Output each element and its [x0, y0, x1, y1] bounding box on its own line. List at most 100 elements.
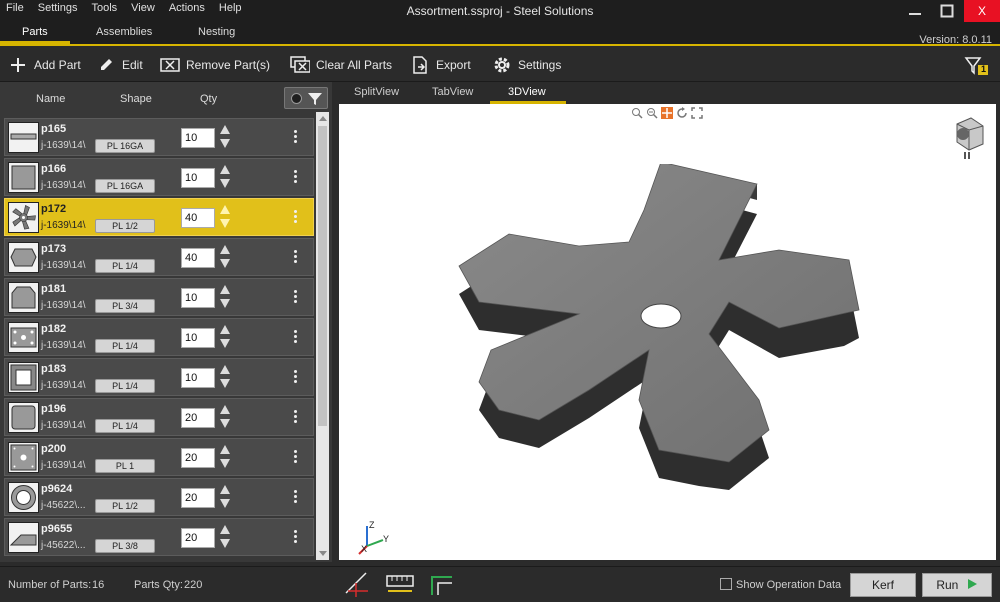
fit-view-icon[interactable] [691, 107, 703, 119]
arrow-up-icon[interactable] [220, 325, 230, 334]
tab-tabview[interactable]: TabView [432, 86, 473, 98]
more-options-icon[interactable] [292, 248, 298, 268]
arrow-up-icon[interactable] [220, 525, 230, 534]
arrow-up-icon[interactable] [220, 125, 230, 134]
arrow-down-icon[interactable] [220, 139, 230, 148]
part-shape[interactable]: PL 1/4 [95, 419, 155, 433]
qty-stepper[interactable] [220, 403, 232, 433]
more-options-icon[interactable] [292, 528, 298, 548]
arrow-down-icon[interactable] [220, 179, 230, 188]
corner-offset-icon[interactable] [428, 571, 456, 597]
ruler-icon[interactable] [386, 571, 414, 597]
arrow-up-icon[interactable] [220, 405, 230, 414]
filter-toggle-button[interactable]: 1 [964, 56, 990, 76]
column-name[interactable]: Name [36, 93, 65, 105]
arrow-up-icon[interactable] [220, 245, 230, 254]
arrow-up-icon[interactable] [220, 285, 230, 294]
part-row-selected[interactable]: p172 j-1639\14\ PL 1/2 [4, 198, 314, 236]
part-row[interactable]: p9655 j-45622\... PL 3/8 [4, 518, 314, 556]
menu-actions[interactable]: Actions [169, 2, 205, 14]
tab-nesting[interactable]: Nesting [198, 26, 235, 38]
minimize-button[interactable] [898, 0, 932, 22]
qty-stepper[interactable] [220, 123, 232, 153]
arrow-down-icon[interactable] [220, 219, 230, 228]
arrow-down-icon[interactable] [220, 259, 230, 268]
more-options-icon[interactable] [292, 328, 298, 348]
rotate-icon[interactable] [676, 107, 688, 119]
export-button[interactable]: Export [410, 56, 471, 74]
qty-input[interactable] [181, 328, 215, 348]
part-row[interactable]: p182 j-1639\14\ PL 1/4 [4, 318, 314, 356]
arrow-down-icon[interactable] [220, 419, 230, 428]
qty-stepper[interactable] [220, 443, 232, 473]
part-shape[interactable]: PL 16GA [95, 139, 155, 153]
3d-viewport[interactable]: Z Y X [339, 104, 996, 560]
menu-tools[interactable]: Tools [91, 2, 117, 14]
qty-input[interactable] [181, 528, 215, 548]
show-operation-data-checkbox[interactable] [720, 578, 732, 590]
qty-input[interactable] [181, 408, 215, 428]
part-row[interactable]: p165 j-1639\14\ PL 16GA [4, 118, 314, 156]
run-button[interactable]: Run [922, 573, 992, 597]
part-shape[interactable]: PL 1/4 [95, 379, 155, 393]
part-shape[interactable]: PL 1/4 [95, 339, 155, 353]
more-options-icon[interactable] [292, 168, 298, 188]
more-options-icon[interactable] [292, 448, 298, 468]
arrow-up-icon[interactable] [220, 165, 230, 174]
menu-help[interactable]: Help [219, 2, 242, 14]
column-qty[interactable]: Qty [200, 93, 217, 105]
measure-icon[interactable] [342, 571, 370, 597]
arrow-up-icon[interactable] [220, 205, 230, 214]
settings-button[interactable]: Settings [492, 56, 561, 74]
part-shape[interactable]: PL 1/4 [95, 259, 155, 273]
part-3d-model[interactable] [439, 164, 899, 504]
arrow-up-icon[interactable] [220, 445, 230, 454]
maximize-button[interactable] [930, 0, 964, 22]
qty-input[interactable] [181, 168, 215, 188]
arrow-up-icon[interactable] [220, 365, 230, 374]
qty-input[interactable] [181, 288, 215, 308]
arrow-down-icon[interactable] [220, 499, 230, 508]
part-shape[interactable]: PL 1/2 [95, 499, 155, 513]
more-options-icon[interactable] [292, 408, 298, 428]
zoom-icon[interactable] [646, 107, 658, 119]
qty-input[interactable] [181, 248, 215, 268]
qty-stepper[interactable] [220, 363, 232, 393]
scroll-up-icon[interactable] [319, 116, 327, 121]
scroll-thumb[interactable] [318, 126, 327, 426]
part-row[interactable]: p196 j-1639\14\ PL 1/4 [4, 398, 314, 436]
arrow-down-icon[interactable] [220, 459, 230, 468]
close-button[interactable]: X [964, 0, 1000, 22]
more-options-icon[interactable] [292, 128, 298, 148]
qty-input[interactable] [181, 488, 215, 508]
qty-stepper[interactable] [220, 163, 232, 193]
more-options-icon[interactable] [292, 368, 298, 388]
zoom-window-icon[interactable] [631, 107, 643, 119]
kerf-button[interactable]: Kerf [850, 573, 916, 597]
qty-stepper[interactable] [220, 243, 232, 273]
qty-stepper[interactable] [220, 483, 232, 513]
part-shape[interactable]: PL 1 [95, 459, 155, 473]
qty-input[interactable] [181, 368, 215, 388]
pan-icon[interactable] [661, 107, 673, 119]
qty-input[interactable] [181, 448, 215, 468]
arrow-down-icon[interactable] [220, 299, 230, 308]
qty-stepper[interactable] [220, 203, 232, 233]
part-shape[interactable]: PL 3/4 [95, 299, 155, 313]
arrow-up-icon[interactable] [220, 485, 230, 494]
menu-file[interactable]: File [6, 2, 24, 14]
tab-parts[interactable]: Parts [22, 26, 48, 38]
scroll-down-icon[interactable] [319, 551, 327, 556]
part-row[interactable]: p173 j-1639\14\ PL 1/4 [4, 238, 314, 276]
add-part-button[interactable]: Add Part [8, 56, 81, 74]
qty-stepper[interactable] [220, 523, 232, 553]
more-options-icon[interactable] [292, 288, 298, 308]
part-shape[interactable]: PL 16GA [95, 179, 155, 193]
more-options-icon[interactable] [292, 488, 298, 508]
arrow-down-icon[interactable] [220, 379, 230, 388]
column-shape[interactable]: Shape [120, 93, 152, 105]
arrow-down-icon[interactable] [220, 339, 230, 348]
tab-splitview[interactable]: SplitView [354, 86, 399, 98]
part-row[interactable]: p166 j-1639\14\ PL 16GA [4, 158, 314, 196]
parts-scrollbar[interactable] [316, 112, 329, 560]
